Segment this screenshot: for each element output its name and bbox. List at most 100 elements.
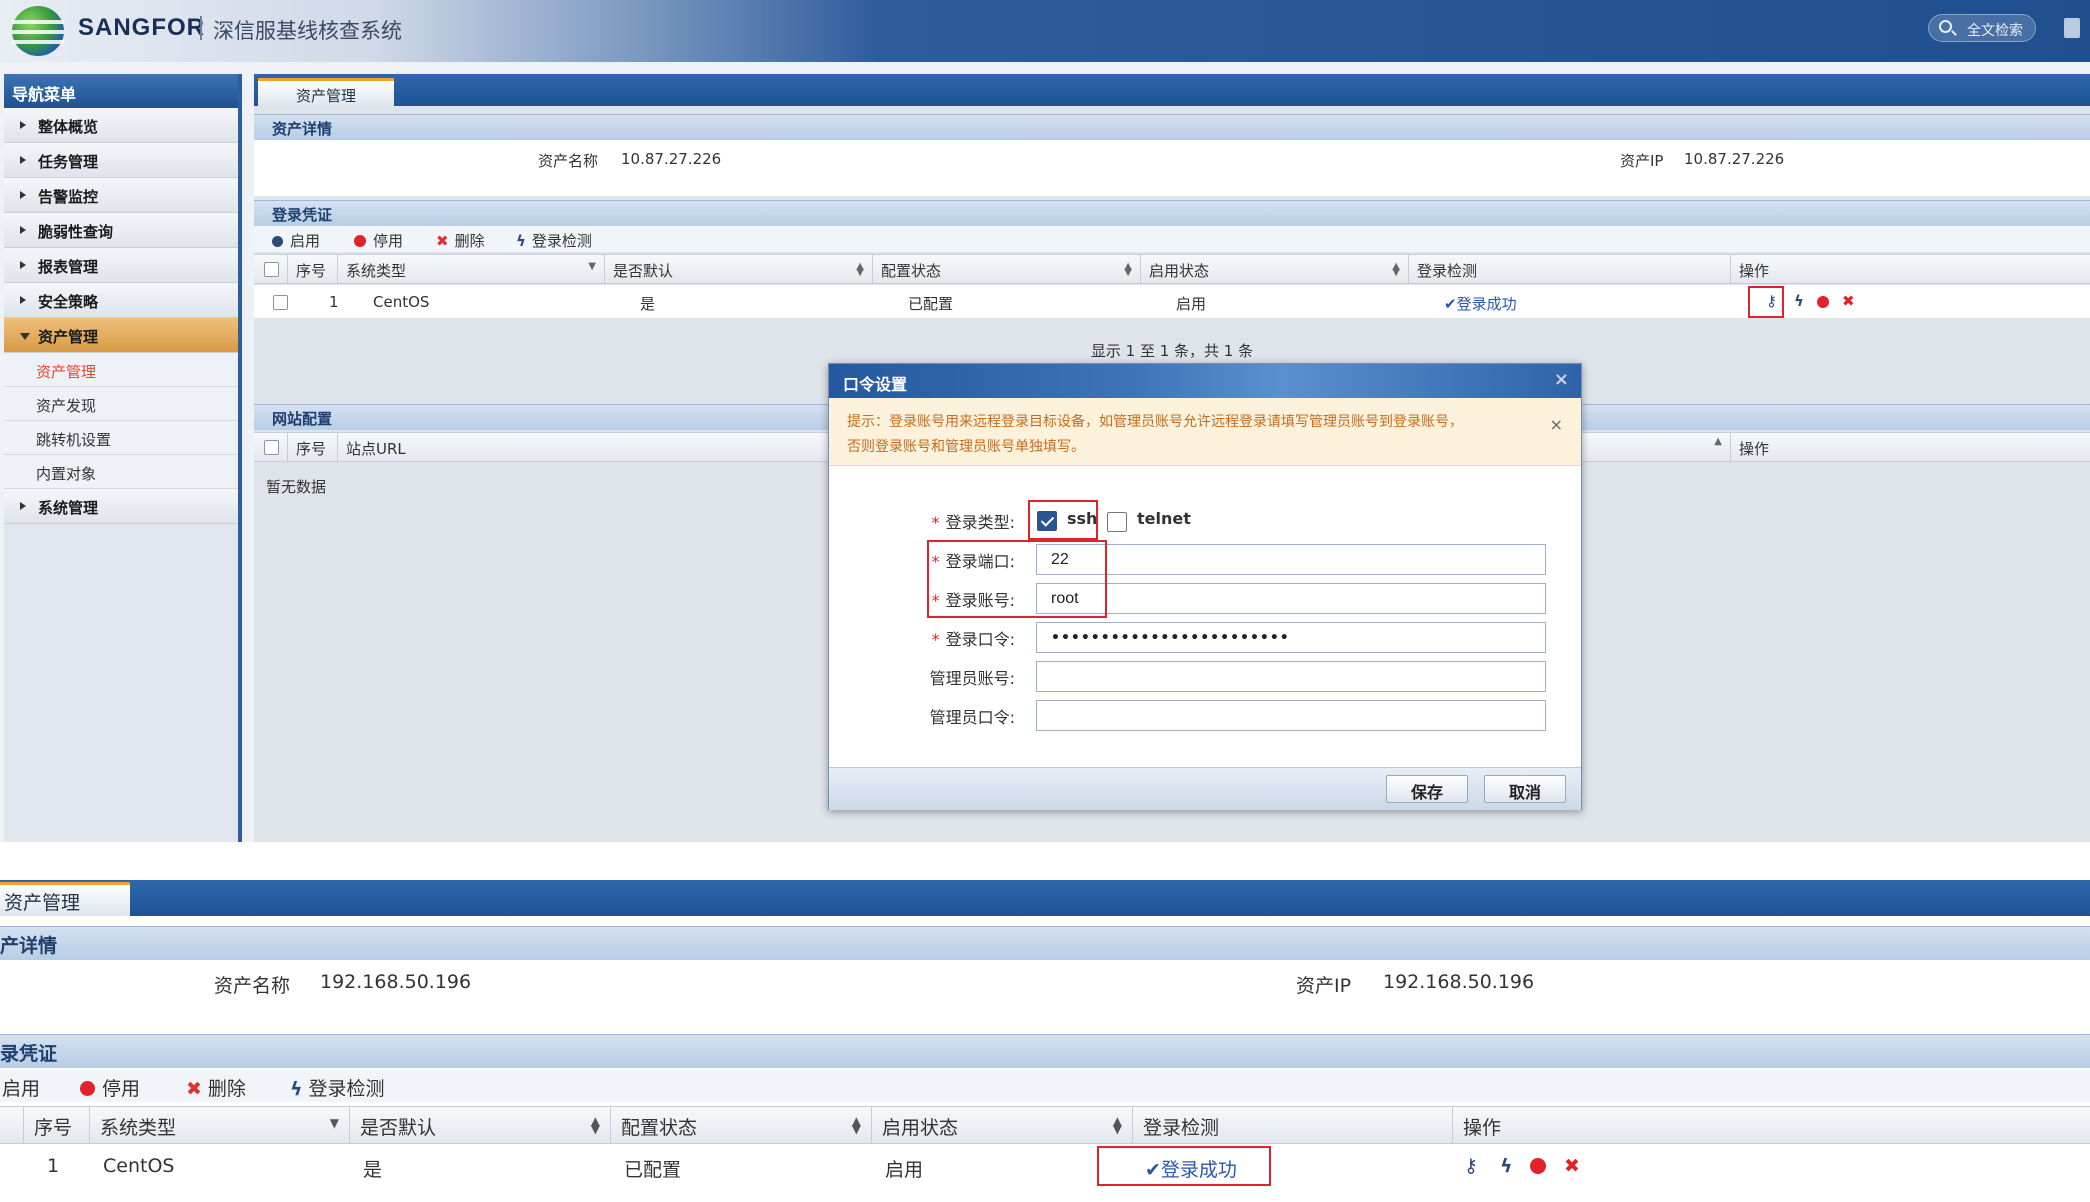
sort-icon: ▲ ▼ [856, 261, 864, 278]
col-config-status[interactable]: 配置状态 ▲ ▼ [611, 1107, 872, 1144]
row-checkbox[interactable] [273, 295, 288, 310]
admin-password-input[interactable] [1036, 700, 1546, 731]
admin-account-input[interactable] [1036, 661, 1546, 692]
chevron-right-icon [20, 121, 26, 129]
sidebar-item-label: 整体概览 [38, 118, 99, 136]
login-check-button[interactable]: ϟ 登录检测 [516, 230, 592, 251]
chevron-right-icon [20, 191, 26, 199]
sidebar-subitem-asset-discovery[interactable]: 资产发现 [4, 387, 238, 421]
sidebar-item-label: 任务管理 [38, 153, 99, 171]
stop-icon [354, 235, 366, 247]
cell-enable-status: 启用 [1176, 295, 1207, 313]
col-default[interactable]: 是否默认 ▲ ▼ [350, 1107, 611, 1144]
col-os-type[interactable]: 系统类型 ▼ [338, 255, 605, 284]
table-row[interactable]: 1 CentOS 是 已配置 启用 ✔登录成功 ⚷ ϟ ✖ [254, 285, 2090, 319]
asset-name-value: 10.87.27.226 [621, 150, 722, 168]
enable-button[interactable]: 启用 [272, 230, 320, 251]
login-password-input[interactable]: •••••••••••••••••••••••• [1036, 622, 1546, 653]
sidebar-item-tasks[interactable]: 任务管理 [4, 143, 238, 178]
col-enable-status[interactable]: 启用状态 ▲ ▼ [1141, 255, 1409, 284]
disable-label: 停用 [373, 232, 404, 250]
select-all-checkbox[interactable] [264, 262, 279, 277]
cell-login-check: ✔登录成功 [1444, 295, 1517, 313]
credential-header: 录凭证 [0, 1034, 2090, 1068]
delete-button[interactable]: ✖ 删除 [436, 230, 485, 251]
bolt-icon[interactable]: ϟ [1794, 292, 1804, 310]
disable-button[interactable]: 停用 [354, 230, 403, 251]
sidebar-item-system[interactable]: 系统管理 [4, 489, 238, 524]
delete-icon[interactable]: ✖ [1842, 292, 1855, 310]
col-os-type[interactable]: 系统类型 ▼ [90, 1107, 350, 1144]
cell-index: 1 [47, 1155, 60, 1177]
tab-asset-management[interactable]: 资产管理 [0, 882, 130, 916]
sidebar-subitem-builtin-objects[interactable]: 内置对象 [4, 455, 238, 489]
enable-label: 启用 [290, 232, 321, 250]
sidebar-item-assets[interactable]: 资产管理 [4, 318, 238, 353]
brand-divider [200, 16, 202, 40]
chevron-right-icon [20, 261, 26, 269]
login-success-text: 登录成功 [1456, 295, 1517, 313]
sidebar-item-label: 系统管理 [38, 499, 99, 517]
delete-label: 删除 [454, 232, 485, 250]
sidebar-item-security-policy[interactable]: 安全策略 [4, 283, 238, 318]
col-label: 是否默认 [613, 262, 674, 280]
user-icon[interactable] [2064, 18, 2080, 38]
col-login-check: 登录检测 [1133, 1107, 1453, 1144]
login-account-input[interactable] [1036, 583, 1546, 614]
cell-default: 是 [363, 1159, 383, 1181]
sidebar-item-label: 脆弱性查询 [38, 223, 114, 241]
sort-icon: ▲ ▼ [1124, 261, 1132, 278]
password-settings-dialog: 口令设置 × 提示：登录账号用来远程登录目标设备，如管理员账号允许远程登录请填写… [828, 363, 1582, 810]
credential-header: 登录凭证 [254, 200, 2090, 226]
sidebar-item-alerts[interactable]: 告警监控 [4, 178, 238, 213]
sidebar-item-overview[interactable]: 整体概览 [4, 108, 238, 143]
admin-account-label: 管理员账号: [929, 669, 1015, 688]
stop-icon[interactable] [1530, 1158, 1546, 1174]
login-check-button[interactable]: ϟ 登录检测 [290, 1074, 385, 1101]
close-icon[interactable]: × [1550, 412, 1563, 437]
col-index: 序号 [288, 255, 338, 284]
col-default[interactable]: 是否默认 ▲ ▼ [605, 255, 873, 284]
tab-bar: 资产管理 [0, 880, 2090, 916]
main-screenshot: SANGFOR 深信服基线核查系统 全文检索 导航菜单 整体概览 任务管理 告警… [0, 0, 2090, 842]
col-enable-status[interactable]: 启用状态 ▲ ▼ [872, 1107, 1133, 1144]
asset-ip-value: 192.168.50.196 [1383, 971, 1535, 993]
select-all-checkbox[interactable] [264, 440, 279, 455]
sidebar-subitem-jump-host[interactable]: 跳转机设置 [4, 421, 238, 455]
save-button[interactable]: 保存 [1386, 775, 1468, 803]
sidebar-item-reports[interactable]: 报表管理 [4, 248, 238, 283]
sidebar-item-vulnerability[interactable]: 脆弱性查询 [4, 213, 238, 248]
stop-icon[interactable] [1817, 296, 1829, 308]
delete-button[interactable]: ✖ 删除 [186, 1074, 246, 1101]
highlight-box [1097, 1146, 1271, 1186]
cancel-button[interactable]: 取消 [1484, 775, 1566, 803]
col-label: 系统类型 [346, 262, 407, 280]
sort-icon: ▲ ▼ [851, 1114, 861, 1136]
key-icon[interactable]: ⚷ [1464, 1155, 1478, 1177]
sidebar-item-label: 报表管理 [38, 258, 99, 276]
col-label: 配置状态 [621, 1117, 698, 1139]
credential-toolbar: 启用 停用 ✖ 删除 ϟ 登录检测 [0, 1070, 2090, 1102]
enable-button[interactable]: 启用 [2, 1074, 40, 1101]
login-port-input[interactable] [1036, 544, 1546, 575]
delete-icon[interactable]: ✖ [1564, 1155, 1580, 1177]
cell-config-status: 已配置 [908, 295, 954, 313]
asset-detail-header: 产详情 [0, 926, 2090, 960]
credential-table-header: 序号 系统类型 ▼ 是否默认 ▲ ▼ 配置状态 ▲ ▼ 启用状态 ▲ ▼ 登录检测 操作 [254, 254, 2090, 284]
login-type-label-text: 登录类型: [945, 513, 1015, 532]
bolt-icon[interactable]: ϟ [1500, 1155, 1513, 1177]
col-config-status[interactable]: 配置状态 ▲ ▼ [873, 255, 1141, 284]
table-row[interactable]: 1 CentOS 是 已配置 启用 ✔登录成功 ⚷ ϟ ✖ [0, 1146, 2090, 1188]
tip-banner: 提示：登录账号用来远程登录目标设备，如管理员账号允许远程登录请填写管理员账号到登… [829, 398, 1581, 466]
close-icon[interactable]: × [1554, 369, 1569, 390]
tip-line-1: 提示：登录账号用来远程登录目标设备，如管理员账号允许远程登录请填写管理员账号到登… [847, 414, 1463, 430]
telnet-checkbox[interactable] [1107, 512, 1127, 532]
col-label: 系统类型 [100, 1117, 177, 1139]
sidebar-subitem-asset-management[interactable]: 资产管理 [4, 353, 238, 387]
delete-icon: ✖ [436, 232, 449, 250]
asset-detail-panel: 资产名称 10.87.27.226 资产IP 10.87.27.226 [254, 140, 2090, 196]
global-search-button[interactable]: 全文检索 [1928, 14, 2036, 42]
col-index: 序号 [24, 1107, 90, 1144]
tab-asset-management[interactable]: 资产管理 [258, 78, 394, 106]
disable-button[interactable]: 停用 [80, 1074, 140, 1101]
